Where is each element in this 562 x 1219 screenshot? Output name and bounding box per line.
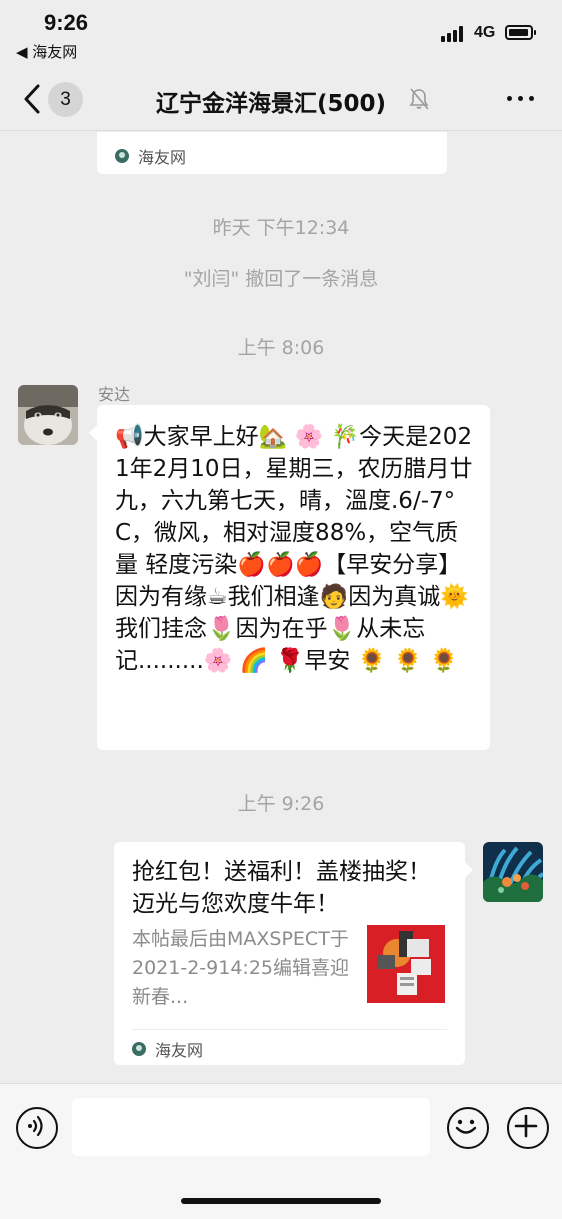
card-divider: [132, 1029, 447, 1030]
more-options-icon[interactable]: [505, 92, 537, 104]
chat-title: 辽宁金洋海景汇(500): [156, 91, 387, 117]
sender-avatar[interactable]: [18, 385, 78, 445]
signal-icon: [441, 26, 467, 42]
message-bubble[interactable]: 📢大家早上好🏡 🌸 🎋今天是2021年2月10日，星期三，农历腊月廿九，六九第七…: [89, 405, 490, 750]
link-card-partial[interactable]: 海友网: [97, 132, 447, 174]
network-type: 4G: [474, 24, 496, 41]
card-source: 海友网: [115, 144, 186, 168]
source-logo-icon: [132, 1042, 146, 1056]
unread-count-badge[interactable]: 3: [48, 82, 83, 117]
voice-input-icon[interactable]: [16, 1107, 58, 1149]
timestamp: 上午 8:06: [237, 337, 325, 359]
card-source: 海友网: [132, 1037, 203, 1061]
mute-bell-icon: [408, 87, 430, 115]
back-chevron-icon[interactable]: [20, 82, 50, 116]
sender-name: 安达: [98, 385, 131, 404]
back-to-app-link[interactable]: ◀ 海友网: [16, 41, 77, 62]
my-avatar[interactable]: [483, 842, 543, 902]
timestamp: 上午 9:26: [237, 793, 325, 815]
source-logo-icon: [115, 149, 129, 163]
recall-notice: "刘闫" 撤回了一条消息: [183, 268, 379, 290]
timestamp: 昨天 下午12:34: [212, 217, 350, 239]
card-description: 本帖最后由MAXSPECT于2021-2-914:25编辑喜迎新春...: [132, 928, 349, 1008]
card-thumbnail: [367, 925, 445, 1003]
message-input[interactable]: [72, 1098, 430, 1156]
battery-icon: [505, 25, 536, 40]
emoji-icon[interactable]: [447, 1107, 489, 1149]
card-source-label: 海友网: [155, 1041, 204, 1060]
message-text: 📢大家早上好🏡 🌸 🎋今天是2021年2月10日，星期三，农历腊月廿九，六九第七…: [115, 424, 473, 674]
card-title: 抢红包！送福利！盖楼抽奖！迈光与您欢度牛年！: [132, 859, 431, 917]
chat-header: 3 辽宁金洋海景汇(500): [0, 70, 562, 130]
header-divider: [0, 130, 562, 131]
status-bar: 9:26 ◀ 海友网 4G: [0, 0, 562, 70]
card-source-label: 海友网: [138, 148, 187, 167]
home-indicator[interactable]: [181, 1198, 381, 1204]
status-time: 9:26: [44, 10, 89, 35]
link-card-message[interactable]: 抢红包！送福利！盖楼抽奖！迈光与您欢度牛年！ 本帖最后由MAXSPECT于202…: [114, 842, 473, 1065]
add-more-icon[interactable]: [507, 1107, 549, 1149]
